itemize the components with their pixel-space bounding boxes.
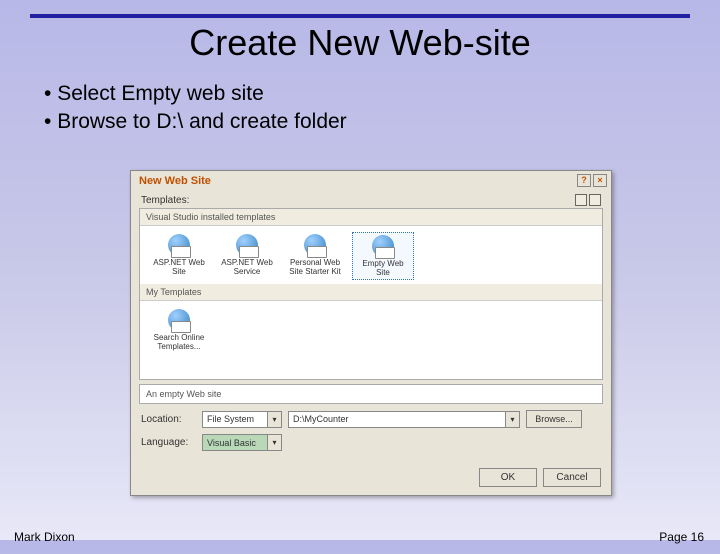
my-templates-row: Search Online Templates... [140,301,602,357]
dialog-title-text: New Web Site [139,175,211,187]
globe-doc-icon [236,234,258,256]
cancel-button[interactable]: Cancel [543,468,601,487]
footer-author: Mark Dixon [14,530,75,544]
ok-button[interactable]: OK [479,468,537,487]
globe-doc-icon [372,235,394,257]
template-personal-web-site[interactable]: Personal Web Site Starter Kit [284,232,346,280]
language-label: Language: [141,437,196,448]
close-icon[interactable]: × [593,174,607,187]
templates-label: Templates: [141,195,189,206]
templates-group-header: Visual Studio installed templates [140,209,602,226]
location-path-input[interactable]: D:\MyCounter ▾ [288,411,520,428]
template-label: ASP.NET Web Site [150,258,208,276]
slide-top-rule [30,14,690,18]
view-mode-buttons [575,194,601,206]
template-description: An empty Web site [139,384,603,404]
globe-search-icon [168,309,190,331]
bullet-item: Select Empty web site [44,82,720,106]
large-icons-view-button[interactable] [575,194,587,206]
location-type-value: File System [207,414,254,424]
template-search-online[interactable]: Search Online Templates... [148,307,210,353]
template-label: Search Online Templates... [150,333,208,351]
template-empty-web-site[interactable]: Empty Web Site [352,232,414,280]
browse-button[interactable]: Browse... [526,410,582,428]
bullet-list: Select Empty web site Browse to D:\ and … [44,82,720,134]
slide-title: Create New Web-site [0,22,720,64]
chevron-down-icon: ▾ [267,412,281,427]
help-icon[interactable]: ? [577,174,591,187]
language-value: Visual Basic [207,438,256,448]
chevron-down-icon: ▾ [267,435,281,450]
dialog-titlebar: New Web Site ? × [131,171,611,190]
templates-row: ASP.NET Web Site ASP.NET Web Service Per… [140,226,602,284]
template-aspnet-web-site[interactable]: ASP.NET Web Site [148,232,210,280]
location-path-value: D:\MyCounter [293,414,349,424]
globe-doc-icon [168,234,190,256]
template-label: ASP.NET Web Service [218,258,276,276]
location-label: Location: [141,414,196,425]
chevron-down-icon: ▾ [505,412,519,427]
new-website-dialog: New Web Site ? × Templates: Visual Studi… [130,170,612,496]
footer-page: Page 16 [659,530,704,544]
location-type-select[interactable]: File System ▾ [202,411,282,428]
my-templates-group-header: My Templates [140,284,602,301]
globe-doc-icon [304,234,326,256]
language-select[interactable]: Visual Basic ▾ [202,434,282,451]
template-aspnet-web-service[interactable]: ASP.NET Web Service [216,232,278,280]
templates-panel: Visual Studio installed templates ASP.NE… [139,208,603,380]
template-label: Personal Web Site Starter Kit [286,258,344,276]
small-icons-view-button[interactable] [589,194,601,206]
template-label: Empty Web Site [355,259,411,277]
bullet-item: Browse to D:\ and create folder [44,110,720,134]
